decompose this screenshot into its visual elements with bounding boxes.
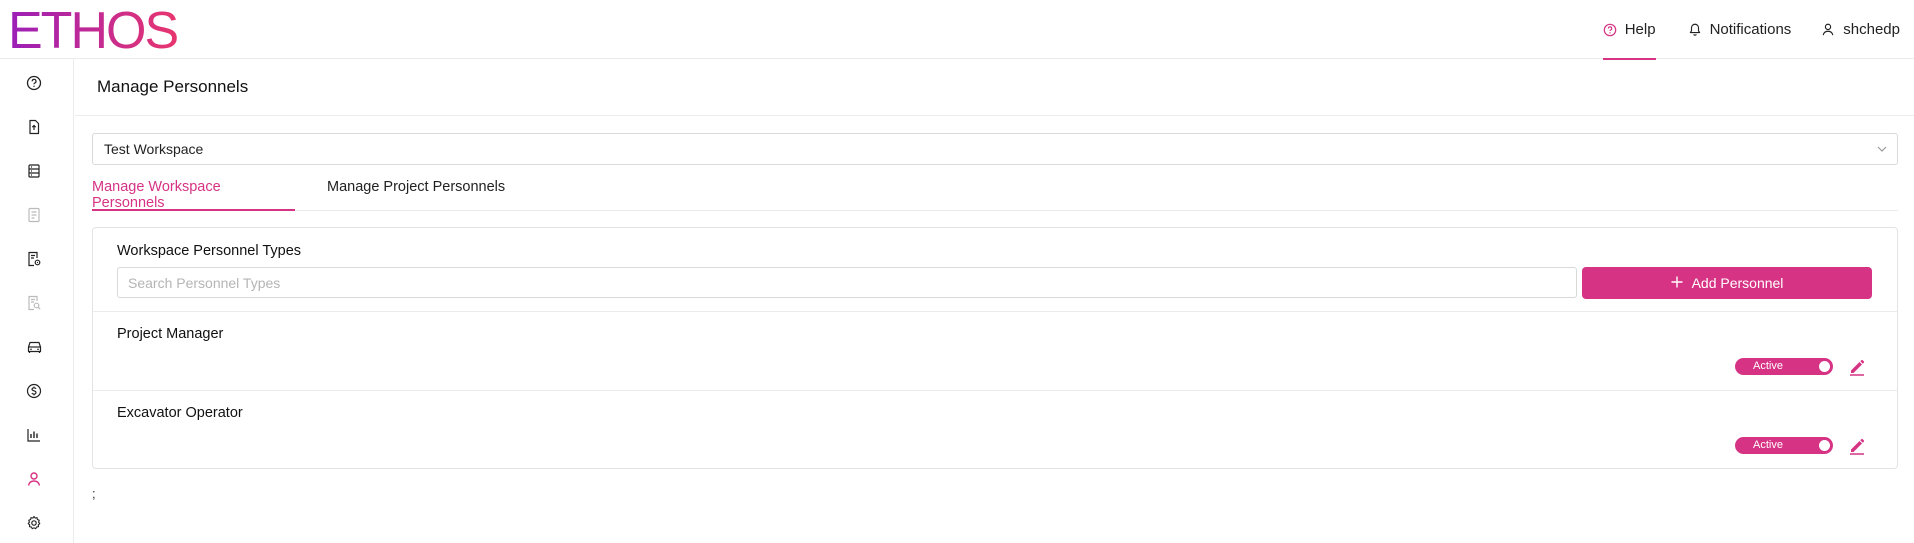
notifications-label: Notifications xyxy=(1709,21,1792,38)
help-circle-icon[interactable] xyxy=(22,71,46,95)
main-content: Manage Personnels Test Workspace Manage … xyxy=(75,59,1914,543)
status-toggle[interactable]: Active xyxy=(1735,437,1833,454)
list-item: Project Manager Active xyxy=(93,311,1897,391)
tabs: Manage Workspace Personnels Manage Proje… xyxy=(92,169,1898,211)
personnel-type-name: Project Manager xyxy=(117,326,224,342)
workspace-select-value: Test Workspace xyxy=(104,141,204,157)
toggle-knob xyxy=(1819,440,1830,451)
list-item: Excavator Operator Active xyxy=(93,390,1897,470)
chevron-down-icon xyxy=(1875,142,1889,159)
report-settings-icon[interactable] xyxy=(22,247,46,271)
user-name: shchedp xyxy=(1843,21,1900,38)
report-icon[interactable] xyxy=(22,203,46,227)
svg-text:ETHOS: ETHOS xyxy=(8,4,177,54)
sidebar xyxy=(0,59,74,543)
workspace-select[interactable]: Test Workspace xyxy=(92,133,1898,165)
gear-icon[interactable] xyxy=(22,511,46,535)
help-link[interactable]: Help xyxy=(1589,0,1670,60)
status-toggle-label: Active xyxy=(1753,439,1783,451)
help-circle-icon xyxy=(1603,23,1617,37)
help-label: Help xyxy=(1624,21,1656,38)
database-icon[interactable] xyxy=(22,159,46,183)
personnel-type-name: Excavator Operator xyxy=(117,405,243,421)
notifications-link[interactable]: Notifications xyxy=(1670,0,1806,59)
toggle-knob xyxy=(1819,361,1830,372)
dollar-icon[interactable] xyxy=(22,379,46,403)
personnel-types-card: Workspace Personnel Types Add Personnel … xyxy=(92,227,1898,469)
search-input[interactable] xyxy=(117,267,1577,298)
add-personnel-label: Add Personnel xyxy=(1691,275,1784,291)
card-title: Workspace Personnel Types xyxy=(117,243,302,259)
page-title-bar: Manage Personnels xyxy=(75,59,1914,116)
plus-icon xyxy=(1671,275,1683,291)
footnote-text: ; xyxy=(92,486,96,501)
tab-manage-project-personnels[interactable]: Manage Project Personnels xyxy=(327,169,505,211)
add-personnel-button[interactable]: Add Personnel xyxy=(1582,267,1872,299)
user-icon[interactable] xyxy=(22,467,46,491)
user-icon xyxy=(1821,22,1835,37)
top-header: ETHOS Help Notifications shchedp xyxy=(0,0,1914,60)
status-toggle[interactable]: Active xyxy=(1735,358,1833,375)
user-menu[interactable]: shchedp xyxy=(1805,0,1914,59)
ethos-logo[interactable]: ETHOS xyxy=(8,4,178,54)
document-upload-icon[interactable] xyxy=(22,115,46,139)
page-title: Manage Personnels xyxy=(97,77,249,96)
bar-chart-icon[interactable] xyxy=(22,423,46,447)
report-search-icon[interactable] xyxy=(22,291,46,315)
edit-icon[interactable] xyxy=(1846,356,1868,378)
edit-icon[interactable] xyxy=(1846,435,1868,457)
tab-manage-workspace-personnels[interactable]: Manage Workspace Personnels xyxy=(92,169,295,211)
status-toggle-label: Active xyxy=(1753,360,1783,372)
car-icon[interactable] xyxy=(22,335,46,359)
bell-icon xyxy=(1688,22,1702,37)
